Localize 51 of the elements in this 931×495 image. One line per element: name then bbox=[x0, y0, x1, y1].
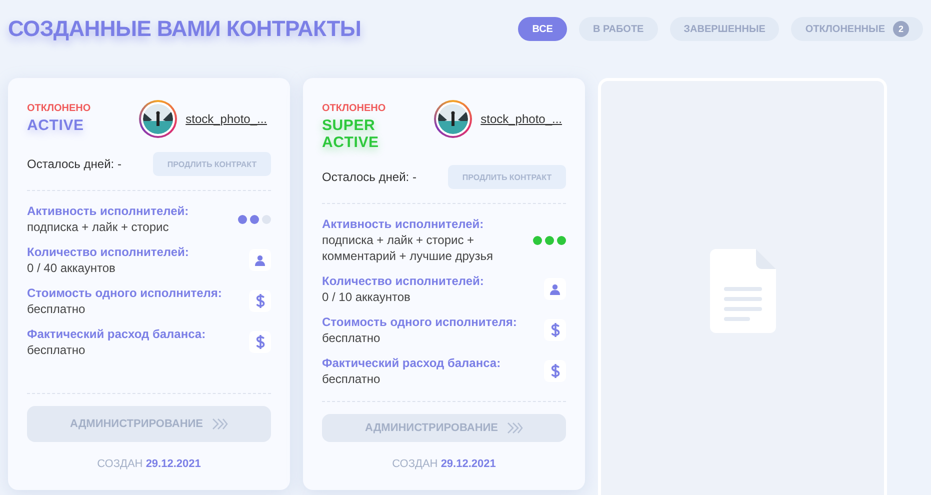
detail-label: Стоимость одного исполнителя: bbox=[27, 285, 222, 301]
filter-tab[interactable]: ЗАВЕРШЕННЫЕ bbox=[670, 17, 780, 41]
dollar-icon bbox=[256, 294, 264, 308]
chevrons-icon bbox=[507, 422, 523, 434]
admin-button[interactable]: АДМИНИСТРИРОВАНИЕ bbox=[27, 406, 271, 442]
activity-dot bbox=[557, 236, 566, 244]
dollar-icon bbox=[550, 323, 560, 337]
dollar-icon bbox=[256, 335, 264, 349]
detail-value: бесплатно bbox=[322, 371, 382, 387]
detail-label: Стоимость одного исполнителя: bbox=[322, 314, 517, 330]
dollar-icon bbox=[550, 364, 560, 378]
activity-dot bbox=[545, 236, 554, 244]
detail-label: Фактический расход баланса: bbox=[322, 355, 501, 371]
page-title: СОЗДАННЫЕ ВАМИ КОНТРАКТЫ bbox=[8, 16, 362, 42]
activity-dot bbox=[262, 214, 271, 224]
detail-label: Активность исполнителей: bbox=[322, 216, 485, 232]
chevrons-icon bbox=[212, 418, 228, 430]
detail-value: 0 / 40 аккаунтов bbox=[27, 260, 116, 276]
detail-label: Количество исполнителей: bbox=[27, 244, 189, 260]
detail-label: Активность исполнителей: bbox=[27, 203, 189, 219]
filter-tab[interactable]: В РАБОТЕ bbox=[578, 17, 658, 41]
created-date: СОЗДАН 29.12.2021 bbox=[391, 458, 497, 470]
detail-value: 0 / 10 аккаунтов bbox=[322, 289, 412, 305]
extend-button[interactable]: ПРОДЛИТЬ КОНТРАКТ bbox=[448, 165, 566, 189]
days-left: Осталось дней: - bbox=[27, 157, 122, 171]
detail-value: бесплатно bbox=[27, 301, 86, 317]
tariff-name: SUPER ACTIVE bbox=[322, 117, 380, 151]
detail-value: подписка + лайк + сторис bbox=[27, 219, 170, 235]
filter-tab[interactable]: ОТКЛОНЕННЫЕ 2 bbox=[791, 17, 923, 41]
created-date: СОЗДАН 29.12.2021 bbox=[96, 458, 202, 470]
detail-label: Фактический расход баланса: bbox=[27, 326, 206, 342]
activity-dot bbox=[238, 214, 247, 224]
username-link[interactable]: stock_photo_... bbox=[480, 112, 562, 126]
admin-button[interactable]: АДМИНИСТРИРОВАНИЕ bbox=[322, 414, 566, 442]
person-icon bbox=[255, 254, 265, 266]
status-label: ОТКЛОНЕНО bbox=[27, 103, 91, 114]
detail-value: бесплатно bbox=[27, 342, 86, 358]
username-link[interactable]: stock_photo_... bbox=[186, 112, 267, 126]
person-icon bbox=[550, 284, 560, 294]
document-icon bbox=[710, 249, 776, 333]
tariff-name: ACTIVE bbox=[27, 117, 85, 134]
detail-value: бесплатно bbox=[322, 330, 382, 346]
activity-dot bbox=[250, 214, 259, 224]
status-label: ОТКЛОНЕНО bbox=[322, 103, 387, 114]
detail-label: Количество исполнителей: bbox=[322, 273, 484, 289]
activity-dot bbox=[533, 236, 542, 244]
filter-tab[interactable]: ВСЕ bbox=[518, 17, 567, 41]
days-left: Осталось дней: - bbox=[322, 170, 416, 184]
count-badge: 2 bbox=[893, 21, 909, 37]
detail-value: подписка + лайк + сторис + комментарий + лучшие друзья bbox=[322, 232, 494, 264]
extend-button[interactable]: ПРОДЛИТЬ КОНТРАКТ bbox=[153, 152, 271, 176]
